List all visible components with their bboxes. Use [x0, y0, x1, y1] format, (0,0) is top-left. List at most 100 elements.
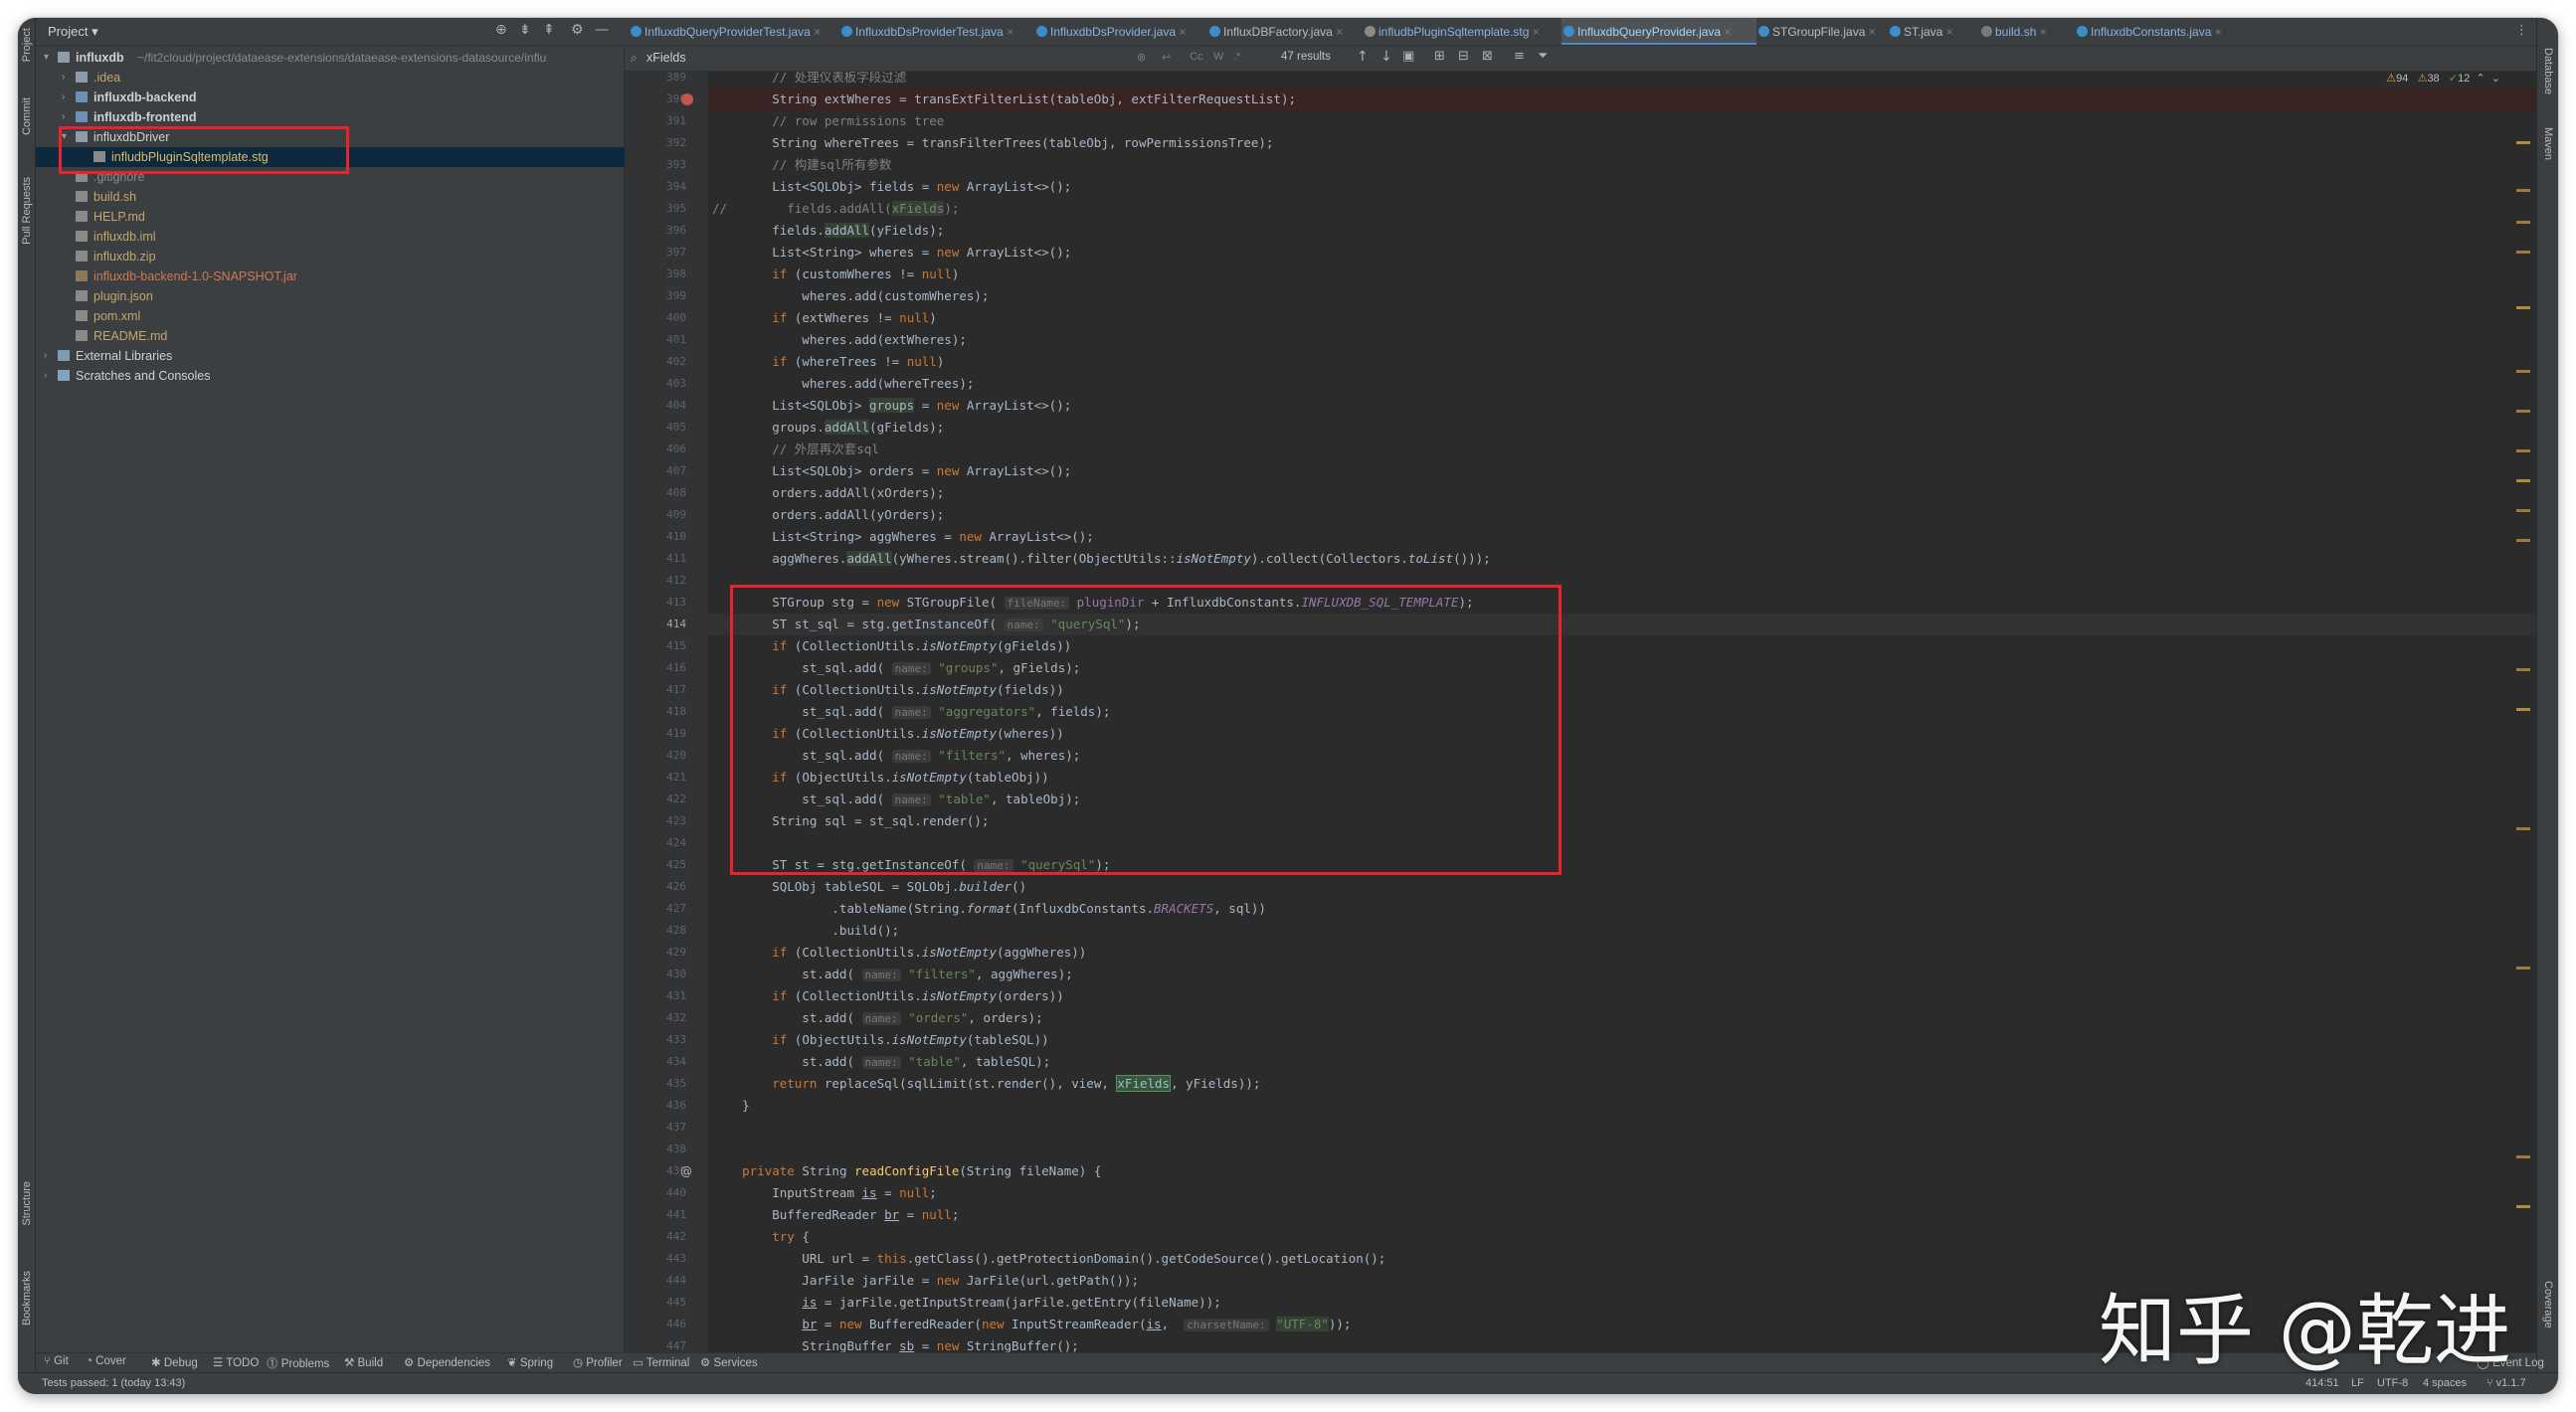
match-case-toggle[interactable]: Cc: [1190, 51, 1202, 63]
close-icon[interactable]: ×: [2036, 25, 2047, 39]
annotation-icon[interactable]: @: [680, 1160, 692, 1182]
tree-row[interactable]: influxdb.zip: [36, 247, 625, 266]
structure-tool-button[interactable]: Structure: [21, 1181, 33, 1226]
tool-window-debug[interactable]: ✱ Debug: [151, 1355, 198, 1369]
tool-window-build[interactable]: ⚒ Build: [344, 1355, 383, 1369]
line-number[interactable]: 443: [625, 1248, 686, 1270]
editor-tab[interactable]: InfluxdbDsProvider.java ×: [1034, 18, 1207, 45]
tool-window-git[interactable]: ⑂ Git: [44, 1355, 69, 1367]
clear-search-icon[interactable]: ⊗: [1137, 51, 1146, 64]
line-number[interactable]: 425: [625, 854, 686, 876]
close-icon[interactable]: ×: [1865, 25, 1876, 39]
stripe-marker[interactable]: [2516, 1205, 2530, 1208]
filter-icon[interactable]: ⏷: [1538, 49, 1548, 64]
commit-tool-button[interactable]: Commit: [21, 97, 33, 135]
multiline-icon[interactable]: ≡: [1514, 49, 1525, 64]
stripe-marker[interactable]: [2516, 509, 2530, 512]
line-number[interactable]: 446: [625, 1314, 686, 1335]
next-occurrence-icon[interactable]: ↓: [1380, 49, 1392, 65]
tool-window-todo[interactable]: ☰ TODO: [213, 1355, 259, 1369]
line-number[interactable]: 408: [625, 482, 686, 504]
gear-icon[interactable]: ⚙: [571, 22, 584, 38]
stripe-marker[interactable]: [2516, 370, 2530, 373]
tree-row[interactable]: influxdb-backend-1.0-SNAPSHOT.jar: [36, 266, 625, 286]
line-number[interactable]: 416: [625, 657, 686, 679]
line-number[interactable]: 415: [625, 635, 686, 657]
find-input[interactable]: xFields: [646, 51, 686, 65]
expand-all-icon[interactable]: ⇟: [519, 22, 531, 38]
close-icon[interactable]: ×: [811, 25, 821, 39]
tool-window-cover[interactable]: ◔ Cover: [86, 1355, 126, 1367]
line-number[interactable]: 393: [625, 154, 686, 176]
chevron-right-icon[interactable]: ›: [62, 107, 65, 127]
editor-tab[interactable]: InfluxDBFactory.java ×: [1207, 18, 1363, 45]
hide-panel-icon[interactable]: —: [595, 22, 609, 38]
locate-icon[interactable]: ⊕: [495, 22, 507, 38]
stripe-marker[interactable]: [2516, 708, 2530, 711]
line-number[interactable]: 429: [625, 942, 686, 964]
close-icon[interactable]: ×: [1942, 25, 1953, 39]
editor-tab[interactable]: STGroupFile.java ×: [1756, 18, 1888, 45]
line-number[interactable]: 445: [625, 1292, 686, 1314]
line-number[interactable]: 410: [625, 526, 686, 548]
stripe-marker[interactable]: [2516, 221, 2530, 224]
line-number[interactable]: 436: [625, 1095, 686, 1117]
previous-occurrence-icon[interactable]: ↑: [1357, 49, 1369, 65]
line-number[interactable]: 396: [625, 220, 686, 242]
line-number[interactable]: 426: [625, 876, 686, 898]
tree-row[interactable]: › .idea: [36, 68, 625, 88]
editor-tab[interactable]: infludbPluginSqltemplate.stg ×: [1363, 18, 1562, 45]
tree-row[interactable]: › External Libraries: [36, 346, 625, 366]
line-number[interactable]: 434: [625, 1051, 686, 1073]
stripe-marker[interactable]: [2516, 410, 2530, 413]
tree-row[interactable]: ▾ influxdb ~/fit2cloud/project/dataease-ex…: [36, 48, 625, 68]
line-number[interactable]: 404: [625, 395, 686, 417]
line-number[interactable]: 441: [625, 1204, 686, 1226]
stripe-marker[interactable]: [2516, 967, 2530, 970]
stripe-marker[interactable]: [2516, 539, 2530, 542]
editor-tab[interactable]: ST.java ×: [1888, 18, 1979, 45]
stripe-marker[interactable]: [2516, 449, 2530, 452]
coverage-tool-button[interactable]: Coverage: [2542, 1281, 2554, 1328]
test-status[interactable]: Tests passed: 1 (today 13:43): [42, 1377, 185, 1389]
tree-row[interactable]: HELP.md: [36, 207, 625, 227]
tree-row[interactable]: build.sh: [36, 187, 625, 207]
project-panel-title[interactable]: Project ▾: [48, 24, 98, 40]
close-icon[interactable]: ×: [1529, 25, 1540, 39]
database-tool-button[interactable]: Database: [2542, 48, 2554, 94]
line-number[interactable]: 420: [625, 745, 686, 767]
pull-requests-tool-button[interactable]: Pull Requests: [21, 177, 33, 245]
tree-row[interactable]: influxdb.iml: [36, 227, 625, 247]
line-number[interactable]: 424: [625, 832, 686, 854]
chevron-right-icon[interactable]: ›: [62, 88, 65, 107]
tree-row[interactable]: › influxdb-backend: [36, 88, 625, 107]
line-number[interactable]: 413: [625, 592, 686, 614]
line-number[interactable]: 439: [625, 1160, 686, 1182]
stripe-marker[interactable]: [2516, 251, 2530, 254]
line-number[interactable]: 390: [625, 88, 686, 110]
line-number[interactable]: 432: [625, 1007, 686, 1029]
tool-window-services[interactable]: ⚙ Services: [700, 1355, 758, 1369]
words-toggle[interactable]: W: [1213, 51, 1223, 63]
line-number[interactable]: 422: [625, 789, 686, 810]
close-icon[interactable]: ×: [1004, 25, 1013, 39]
tree-row[interactable]: README.md: [36, 326, 625, 346]
code-editor[interactable]: ⚠94 ⚠38 ✓12 ⌃ ⌄ // 处理仪表板字段过滤 String extW…: [708, 72, 2536, 1372]
remove-selection-icon[interactable]: ⊟: [1458, 49, 1469, 64]
close-icon[interactable]: ×: [1176, 25, 1186, 39]
maven-tool-button[interactable]: Maven: [2542, 127, 2554, 160]
tree-row[interactable]: ▾ influxdbDriver: [36, 127, 625, 147]
line-number[interactable]: 423: [625, 810, 686, 832]
line-number[interactable]: 398: [625, 264, 686, 285]
editor-tab[interactable]: InfluxdbDsProviderTest.java ×: [839, 18, 1034, 45]
editor-tab[interactable]: InfluxdbQueryProviderTest.java ×: [629, 18, 839, 45]
close-icon[interactable]: ×: [1721, 25, 1731, 39]
stripe-marker[interactable]: [2516, 306, 2530, 309]
stripe-marker[interactable]: [2516, 479, 2530, 482]
line-number[interactable]: 389: [625, 67, 686, 88]
collapse-all-icon[interactable]: ⇞: [543, 22, 555, 38]
line-number[interactable]: 392: [625, 132, 686, 154]
line-number[interactable]: 418: [625, 701, 686, 723]
line-number[interactable]: 391: [625, 110, 686, 132]
line-number[interactable]: 417: [625, 679, 686, 701]
